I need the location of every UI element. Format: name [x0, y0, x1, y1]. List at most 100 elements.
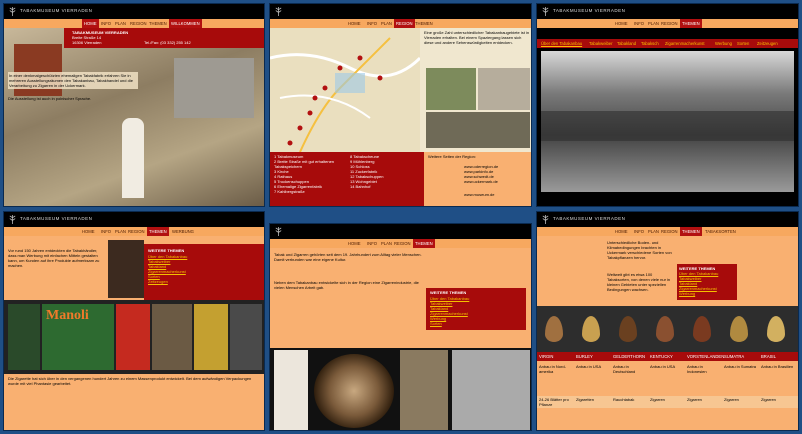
- column-header: GELDERTHORN: [613, 354, 646, 359]
- header: TABAKMUSEUM VIERRADEN: [4, 212, 264, 227]
- location-item: 2 Breite Straße mit gut erhaltenen Tabak…: [274, 159, 335, 169]
- nav-themen[interactable]: THEMEN: [413, 239, 435, 248]
- site-title: TABAKMUSEUM VIERRADEN: [20, 8, 93, 13]
- nav-themen[interactable]: THEMEN: [680, 19, 702, 28]
- nav-plan[interactable]: PLAN: [648, 21, 659, 26]
- tobacco-leaf-logo-icon: [9, 215, 16, 224]
- nav-home[interactable]: HOME: [615, 229, 628, 234]
- header: TABAKMUSEUM VIERRADEN: [4, 4, 264, 19]
- external-link[interactable]: www.museum.de: [464, 192, 494, 197]
- church-photo: [478, 68, 530, 110]
- costume-photo: [274, 350, 308, 430]
- table-cell: Anbau in Nord-amerika: [539, 364, 566, 374]
- people-photo: [452, 350, 530, 430]
- sorten-intro: Unterschiedliche Boden- und Klimabedingu…: [607, 240, 672, 260]
- site-title: TABAKMUSEUM VIERRADEN: [553, 216, 626, 221]
- nav-region[interactable]: REGION: [130, 21, 147, 26]
- column-header: VORSTENLANDEN: [687, 354, 725, 359]
- address-line-3: 16306 Vierraden: [72, 40, 102, 45]
- intro-text: In einer denkmalgeschützten ehemaligen T…: [8, 72, 138, 89]
- theme-tab[interactable]: Über den Tabakanbau: [541, 41, 582, 46]
- theme-tab[interactable]: Zigarrenmacherkunst: [665, 41, 705, 46]
- table-cell: Zigarren: [724, 397, 739, 402]
- nav-info[interactable]: INFO: [367, 21, 377, 26]
- portrait-photo: [400, 350, 448, 430]
- sorten-table-header: VIRGIN BURLEY GELDERTHORN KENTUCKY VORST…: [537, 352, 798, 361]
- panel-tabakanbau: TABAKMUSEUM VIERRADEN HOME INFO PLAN REG…: [536, 3, 799, 207]
- nav-region[interactable]: REGION: [661, 229, 678, 234]
- vorstenlanden-leaf-image: [693, 316, 711, 342]
- tobacco-leaf-logo-icon: [275, 227, 282, 236]
- nav-home[interactable]: HOME: [348, 241, 361, 246]
- theme-tab[interactable]: Zeitzeugen: [757, 41, 778, 46]
- manoli-text: Manoli: [46, 308, 89, 323]
- nav-info[interactable]: INFO: [101, 229, 111, 234]
- tobacco-harvest-photo: [541, 51, 794, 192]
- nav-region[interactable]: REGION: [394, 19, 415, 28]
- orient-poster: [194, 304, 228, 370]
- tobacco-leaf-logo-icon: [275, 7, 282, 16]
- main-nav: HOME INFO PLAN REGION THEMEN: [270, 19, 531, 28]
- theme-tab[interactable]: Sorten: [737, 41, 749, 46]
- nav-region[interactable]: REGION: [661, 21, 678, 26]
- nav-plan[interactable]: PLAN: [381, 21, 392, 26]
- advert-collage: Manoli: [4, 300, 264, 374]
- nav-region[interactable]: REGION: [394, 241, 411, 246]
- sidebar-themes: WEITERE THEMEN Über den Tabakanbau Tabak…: [144, 244, 264, 300]
- column-header: KENTUCKY: [650, 354, 673, 359]
- nav-themen[interactable]: THEMEN: [680, 227, 702, 236]
- external-link[interactable]: www.uckermark.de: [464, 179, 498, 184]
- nav-info[interactable]: INFO: [634, 229, 644, 234]
- location-item: 14 Bahnhof: [350, 184, 371, 189]
- sidebar-link[interactable]: Zeitzeugen: [148, 279, 168, 284]
- roulette-photo: [314, 354, 394, 428]
- nav-info[interactable]: INFO: [101, 21, 111, 26]
- table-cell: Zigarren: [650, 397, 665, 402]
- theme-tab[interactable]: Werbung: [715, 41, 732, 46]
- nav-home[interactable]: HOME: [348, 21, 361, 26]
- nav-info[interactable]: INFO: [367, 241, 377, 246]
- nav-home[interactable]: HOME: [82, 19, 99, 28]
- language-note: Die Ausstellung ist auch in polnischer S…: [8, 96, 92, 101]
- black-beauty-poster: [8, 304, 40, 370]
- nav-plan[interactable]: PLAN: [115, 21, 126, 26]
- column-header: VIRGIN: [539, 354, 554, 359]
- nav-plan[interactable]: PLAN: [115, 229, 126, 234]
- table-cell: Anbau in Brasilien: [761, 364, 794, 369]
- werbung-intro: Vor rund 150 Jahren entdeckten die Tabak…: [8, 248, 100, 268]
- table-cell: Zigaretten: [576, 397, 595, 402]
- theme-tab[interactable]: Tabakland: [617, 41, 636, 46]
- nav-themen[interactable]: THEMEN: [415, 21, 433, 26]
- nav-home[interactable]: HOME: [615, 21, 628, 26]
- nav-themen[interactable]: THEMEN: [147, 227, 169, 236]
- sidebar-link[interactable]: Sorten: [430, 321, 442, 326]
- shop-photo: [152, 304, 192, 370]
- geldertorn-leaf-image: [619, 316, 637, 342]
- sidebar-link[interactable]: Werbung: [679, 291, 695, 296]
- stone-wall-image: [174, 58, 254, 118]
- column-header: BURLEY: [576, 354, 593, 359]
- nav-themen[interactable]: THEMEN: [149, 21, 167, 26]
- column-header: SUMATRA: [724, 354, 745, 359]
- nav-sub-willkommen: WILLKOMMEN: [169, 19, 202, 28]
- address-phone: Tel./Fax: (03 332) 255 142: [144, 40, 191, 45]
- nav-region[interactable]: REGION: [128, 229, 145, 234]
- table-cell: Anbau in Indonesien: [687, 364, 707, 374]
- nav-home[interactable]: HOME: [82, 229, 95, 234]
- kentucky-leaf-image: [656, 316, 674, 342]
- main-nav: HOME INFO PLAN REGION THEMEN WILLKOMMEN: [4, 19, 264, 28]
- woman-figure-image: [122, 118, 144, 198]
- vendor-figure-image: [108, 240, 144, 298]
- address-box: TABAKMUSEUM VIERRADEN Breite Straße 14 1…: [64, 28, 264, 48]
- site-title: TABAKMUSEUM VIERRADEN: [20, 216, 93, 221]
- sidebar-themes: WEITERE THEMEN Über den Tabakanbau Tabak…: [677, 264, 737, 300]
- region-map: [270, 28, 420, 152]
- header: [270, 224, 531, 239]
- theme-tab[interactable]: Tabakweiber: [589, 41, 613, 46]
- theme-tab[interactable]: Tabaksch: [641, 41, 659, 46]
- nav-plan[interactable]: PLAN: [381, 241, 392, 246]
- nav-info[interactable]: INFO: [634, 21, 644, 26]
- nav-plan[interactable]: PLAN: [648, 229, 659, 234]
- manoli-poster: Manoli: [42, 304, 114, 370]
- table-cell: 24-26 Blätter pro Pflanze: [539, 397, 569, 407]
